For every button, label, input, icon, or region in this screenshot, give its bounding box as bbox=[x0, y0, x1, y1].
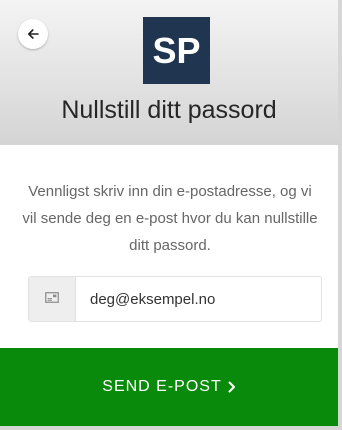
envelope-icon bbox=[45, 290, 59, 308]
send-email-button[interactable]: SEND E-POST bbox=[0, 348, 338, 426]
email-icon-addon bbox=[29, 277, 76, 321]
email-field-group bbox=[28, 276, 322, 322]
chevron-right-icon bbox=[228, 381, 236, 393]
instructions-text: Vennligst skriv inn din e-postadresse, o… bbox=[22, 183, 318, 254]
page-title: Nullstill ditt passord bbox=[61, 96, 277, 124]
send-email-label: SEND E-POST bbox=[102, 378, 222, 395]
back-button[interactable] bbox=[18, 19, 48, 49]
arrow-left-icon bbox=[27, 28, 39, 40]
reset-password-card: SP Nullstill ditt passord Vennligst skri… bbox=[0, 0, 342, 430]
email-input[interactable] bbox=[76, 277, 321, 321]
logo: SP bbox=[143, 17, 210, 84]
logo-text: SP bbox=[152, 29, 201, 71]
card-header: SP Nullstill ditt passord bbox=[0, 0, 338, 145]
